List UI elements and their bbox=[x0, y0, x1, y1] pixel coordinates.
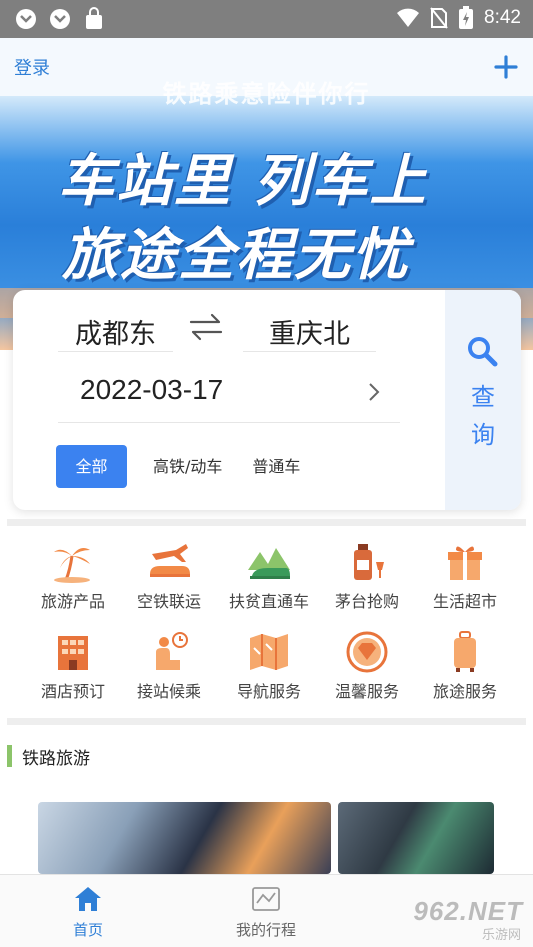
from-station-field[interactable]: 成都东 bbox=[58, 312, 173, 352]
battery-charging-icon bbox=[459, 6, 474, 29]
service-travel-products[interactable]: 旅游产品 bbox=[25, 540, 121, 620]
diamond-badge-icon bbox=[346, 631, 388, 673]
gift-box-icon bbox=[448, 546, 482, 580]
palm-tree-icon bbox=[54, 548, 90, 583]
app-notification-icon bbox=[50, 9, 70, 29]
service-supermarket[interactable]: 生活超市 bbox=[417, 540, 513, 620]
suitcase-icon bbox=[454, 631, 476, 672]
wifi-icon bbox=[397, 8, 420, 27]
nav-home[interactable]: 首页 bbox=[28, 885, 148, 940]
section-title: 铁路旅游 bbox=[22, 749, 90, 769]
status-bar: 8:42 bbox=[0, 0, 533, 38]
service-hotel[interactable]: 酒店预订 bbox=[25, 630, 121, 710]
trip-map-icon bbox=[252, 887, 280, 911]
service-air-rail[interactable]: 空铁联运 bbox=[121, 540, 217, 620]
travel-date: 2022-03-17 bbox=[80, 374, 224, 405]
date-picker[interactable]: 2022-03-17 bbox=[58, 368, 400, 423]
ticket-search-card: 成都东 重庆北 2022-03-17 全部 高铁/动车 普通车 查 询 bbox=[13, 290, 521, 510]
service-pickup-waiting[interactable]: 接站候乘 bbox=[121, 630, 217, 710]
watermark-subtitle: 乐游网 bbox=[481, 928, 521, 943]
banner-tagline: 铁路乘意险伴你行 bbox=[162, 80, 371, 108]
clock: 8:42 bbox=[484, 7, 521, 28]
banner-slogan-line1: 车站里 列车上 bbox=[58, 149, 428, 214]
tab-high-speed[interactable]: 高铁/动车 bbox=[149, 445, 226, 488]
service-moutai[interactable]: 茅台抢购 bbox=[319, 540, 415, 620]
search-icon bbox=[468, 337, 498, 367]
banner-slogan-line2: 旅途全程无忧 bbox=[62, 223, 410, 288]
divider bbox=[7, 519, 526, 526]
watermark-logo: 962.NET bbox=[413, 896, 523, 926]
travel-card-image[interactable] bbox=[338, 802, 494, 874]
map-icon bbox=[250, 634, 288, 670]
plane-train-icon bbox=[150, 544, 190, 577]
app-notification-icon bbox=[16, 9, 36, 29]
service-journey[interactable]: 旅途服务 bbox=[417, 630, 513, 710]
travel-card-image[interactable] bbox=[38, 802, 331, 874]
service-poverty-train[interactable]: 扶贫直通车 bbox=[221, 540, 317, 620]
swap-stations-icon[interactable] bbox=[187, 310, 225, 344]
service-navigation[interactable]: 导航服务 bbox=[221, 630, 317, 710]
hotel-icon bbox=[58, 636, 88, 670]
tab-all[interactable]: 全部 bbox=[56, 445, 127, 488]
query-button[interactable]: 查 询 bbox=[445, 290, 521, 510]
service-care[interactable]: 温馨服务 bbox=[319, 630, 415, 710]
tab-normal-train[interactable]: 普通车 bbox=[248, 445, 304, 488]
divider bbox=[7, 718, 526, 725]
no-sim-icon bbox=[430, 7, 448, 29]
home-icon bbox=[75, 887, 101, 911]
waiting-clock-icon bbox=[156, 632, 188, 670]
chevron-right-icon bbox=[369, 383, 380, 401]
shopping-bag-icon bbox=[86, 7, 102, 29]
query-label: 查 询 bbox=[471, 383, 495, 449]
train-mountains-icon bbox=[248, 548, 290, 579]
nav-my-trips[interactable]: 我的行程 bbox=[206, 885, 326, 940]
to-station-field[interactable]: 重庆北 bbox=[243, 312, 376, 352]
section-marker bbox=[7, 745, 12, 767]
liquor-bottle-icon bbox=[354, 544, 384, 580]
train-type-tabs: 全部 高铁/动车 普通车 bbox=[56, 445, 304, 488]
